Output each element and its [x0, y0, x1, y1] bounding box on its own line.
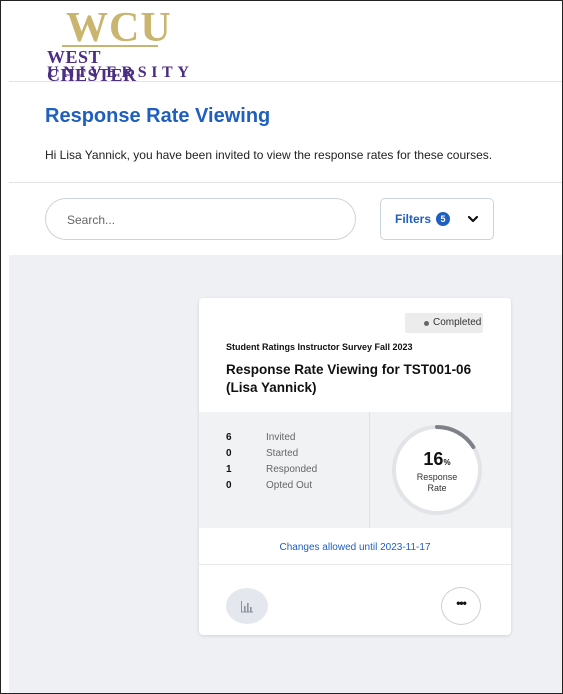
- logo-line-2: UNIVERSITY: [47, 64, 194, 81]
- course-card: Completed Student Ratings Instructor Sur…: [199, 298, 511, 635]
- filters-button[interactable]: Filters 5: [380, 198, 494, 240]
- stats-panel: 6 Invited 0 Started 1 Responded 0 Opted …: [199, 412, 511, 528]
- header-divider: [9, 81, 562, 82]
- page-title: Response Rate Viewing: [45, 105, 271, 127]
- logo-mark: WCU: [66, 5, 172, 51]
- stat-label: Responded: [266, 464, 318, 475]
- stat-value: 0: [226, 480, 232, 491]
- bar-chart-icon: [241, 601, 253, 613]
- more-options-button[interactable]: •••: [441, 587, 481, 625]
- gauge-ring: [392, 425, 482, 515]
- changes-allowed-note: Changes allowed until 2023-11-17: [279, 542, 431, 553]
- stat-value: 6: [226, 432, 232, 443]
- stat-label: Started: [266, 448, 299, 459]
- stat-value: 1: [226, 464, 232, 475]
- response-rate-label-line-2: Rate: [427, 483, 447, 493]
- response-rate-number: 16: [423, 449, 444, 469]
- percent-symbol: %: [443, 458, 451, 467]
- stat-label: Opted Out: [266, 480, 313, 491]
- search-input[interactable]: [65, 210, 339, 230]
- response-rate-label: Response Rate: [387, 472, 487, 494]
- filters-count-badge: 5: [436, 212, 450, 226]
- status-dot-icon: [424, 321, 429, 326]
- wcu-logo[interactable]: WCU WEST CHESTER UNIVERSITY: [34, 5, 194, 84]
- stat-value: 0: [226, 448, 232, 459]
- intro-text: Hi Lisa Yannick, you have been invited t…: [45, 148, 493, 162]
- response-rate-label-line-1: Response: [416, 472, 458, 482]
- more-options-icon: •••: [456, 596, 467, 610]
- chevron-down-icon: [467, 215, 479, 223]
- response-rate-value: 16%: [387, 449, 487, 470]
- course-title: Response Rate Viewing for TST001-06 (Lis…: [226, 362, 472, 395]
- status-badge: Completed: [405, 313, 483, 333]
- card-footer-divider: [199, 564, 511, 565]
- stat-label: Invited: [266, 432, 296, 443]
- status-text: Completed: [433, 317, 482, 328]
- app-window: WCU WEST CHESTER UNIVERSITY Response Rat…: [0, 0, 563, 694]
- toolbar-divider: [9, 182, 562, 183]
- search-box[interactable]: [45, 198, 356, 240]
- filters-label: Filters: [395, 212, 432, 226]
- survey-name: Student Ratings Instructor Survey Fall 2…: [226, 342, 413, 352]
- view-chart-button[interactable]: [226, 588, 268, 624]
- response-rate-gauge: 16% Response Rate: [387, 420, 487, 520]
- stats-divider: [369, 412, 370, 528]
